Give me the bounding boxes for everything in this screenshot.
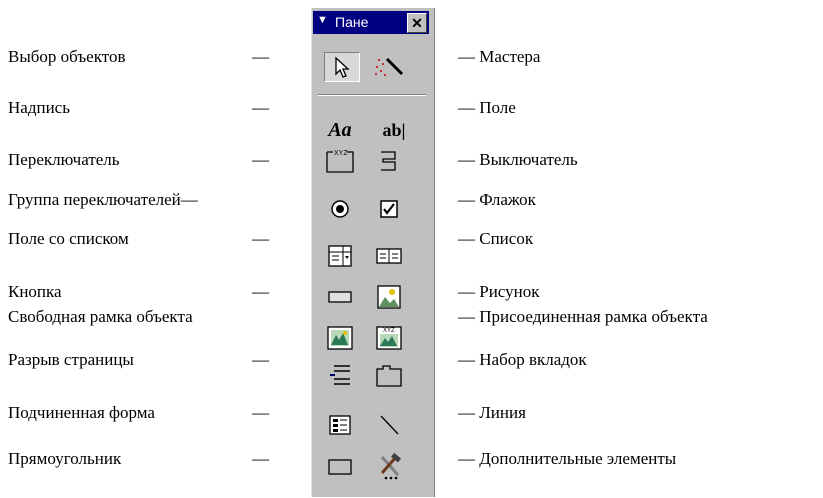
- magic-wand-icon: [375, 57, 404, 76]
- label-tab-control: — Набор вкладок: [458, 350, 587, 369]
- control-wizards-button[interactable]: [371, 52, 407, 82]
- picture-icon: [377, 285, 401, 309]
- label-rectangle: Прямоугольник: [8, 449, 122, 468]
- dash: —: [252, 47, 269, 66]
- select-objects-button[interactable]: [324, 52, 360, 82]
- label-more-controls: — Дополнительные элементы: [458, 449, 677, 468]
- label-subform: Подчиненная форма: [8, 403, 155, 422]
- dash: —: [252, 229, 269, 248]
- dash: —: [252, 350, 269, 369]
- dash: —: [252, 282, 269, 301]
- line-tool[interactable]: [371, 410, 407, 440]
- dash: —: [252, 403, 269, 422]
- label-tool-button[interactable]: Aa: [322, 115, 358, 145]
- image-tool[interactable]: [371, 282, 407, 312]
- text-box-icon: ab|: [382, 119, 406, 140]
- label-check-box: — Флажок: [458, 190, 536, 209]
- label-image: — Рисунок: [458, 282, 540, 301]
- label-line: — Линия: [458, 403, 526, 422]
- label-text-box: — Поле: [458, 98, 516, 117]
- label-aa-icon: Aa: [328, 118, 352, 141]
- xyz-text: XYZ: [334, 150, 348, 157]
- pointer-icon: [335, 56, 350, 78]
- dash: —: [252, 449, 269, 468]
- label-toggle-button: — Выключатель: [458, 150, 578, 169]
- label-select-objects: Выбор объектов: [8, 47, 126, 66]
- label-label: Надпись: [8, 98, 70, 117]
- toolbox-title: Пане: [335, 14, 369, 30]
- more-controls-tool[interactable]: [371, 452, 407, 482]
- subform-icon: [329, 415, 351, 435]
- label-option-button: Переключатель: [8, 150, 120, 169]
- hammer-wrench-icon: [380, 452, 402, 480]
- rectangle-tool[interactable]: [322, 452, 358, 482]
- subform-tool[interactable]: [322, 410, 358, 440]
- label-command-button: Кнопка: [8, 282, 62, 301]
- page-break-icon: [330, 365, 350, 385]
- menu-arrow-icon[interactable]: ▼: [317, 14, 328, 26]
- unbound-object-frame-icon: [327, 326, 353, 350]
- page-break-tool[interactable]: [322, 360, 358, 390]
- check-box-tool[interactable]: [371, 194, 407, 224]
- toolbox-separator: [318, 94, 426, 96]
- label-option-group: Группа переключателей—: [8, 190, 198, 209]
- toggle-icon: [381, 151, 396, 171]
- option-group-tool[interactable]: [322, 194, 358, 224]
- label-wizards: — Мастера: [458, 47, 541, 66]
- label-unbound-object-frame: Свободная рамка объекта: [8, 307, 193, 326]
- label-combo-box: Поле со списком: [8, 229, 129, 248]
- combo-box-tool[interactable]: [322, 241, 358, 271]
- checkbox-icon: [380, 200, 398, 218]
- dash: —: [252, 150, 269, 169]
- label-list-box: — Список: [458, 229, 534, 248]
- bound-object-frame-tool[interactable]: XYZ: [371, 323, 407, 353]
- toggle-button-tool[interactable]: [371, 145, 407, 175]
- xyz-frame-icon: XYZ: [326, 150, 354, 173]
- list-box-icon: [376, 248, 402, 264]
- unbound-object-frame-tool[interactable]: [322, 323, 358, 353]
- command-button-tool[interactable]: [322, 282, 358, 312]
- tab-control-tool[interactable]: [371, 360, 407, 390]
- toolbox-titlebar[interactable]: ▼ Пане ✕: [313, 11, 429, 34]
- radio-button-icon: [331, 200, 349, 218]
- label-bound-object-frame: — Присоединенная рамка объекта: [458, 307, 708, 326]
- button-icon: [328, 291, 352, 303]
- xyz-text: XYZ: [383, 328, 395, 334]
- combo-box-icon: [328, 245, 352, 267]
- rectangle-icon: [328, 459, 352, 475]
- option-button-tool[interactable]: XYZ: [322, 145, 358, 175]
- dash: —: [252, 98, 269, 117]
- bound-object-frame-icon: XYZ: [376, 326, 402, 350]
- label-page-break: Разрыв страницы: [8, 350, 134, 369]
- text-box-tool-button[interactable]: ab|: [371, 115, 417, 145]
- close-button[interactable]: ✕: [407, 13, 427, 33]
- line-icon: [380, 415, 399, 435]
- list-box-tool[interactable]: [371, 241, 407, 271]
- tab-control-icon: [376, 365, 402, 387]
